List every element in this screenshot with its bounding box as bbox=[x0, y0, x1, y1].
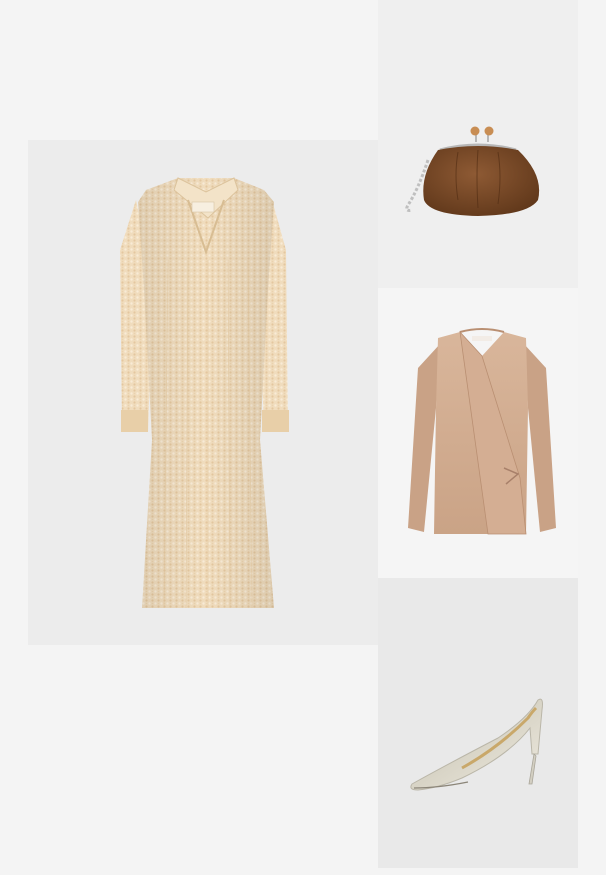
dress-product-tile[interactable] bbox=[28, 140, 378, 645]
clutch-bag-product-tile[interactable] bbox=[378, 0, 578, 288]
outfit-collage bbox=[0, 0, 606, 875]
dress-image bbox=[120, 177, 289, 609]
wrap-cardigan-product-tile[interactable] bbox=[378, 288, 578, 578]
wrap-cardigan-image bbox=[408, 328, 556, 535]
clutch-bag-image bbox=[405, 126, 540, 216]
metallic-pumps-image bbox=[410, 698, 543, 791]
pumps-product-tile[interactable] bbox=[378, 578, 578, 868]
